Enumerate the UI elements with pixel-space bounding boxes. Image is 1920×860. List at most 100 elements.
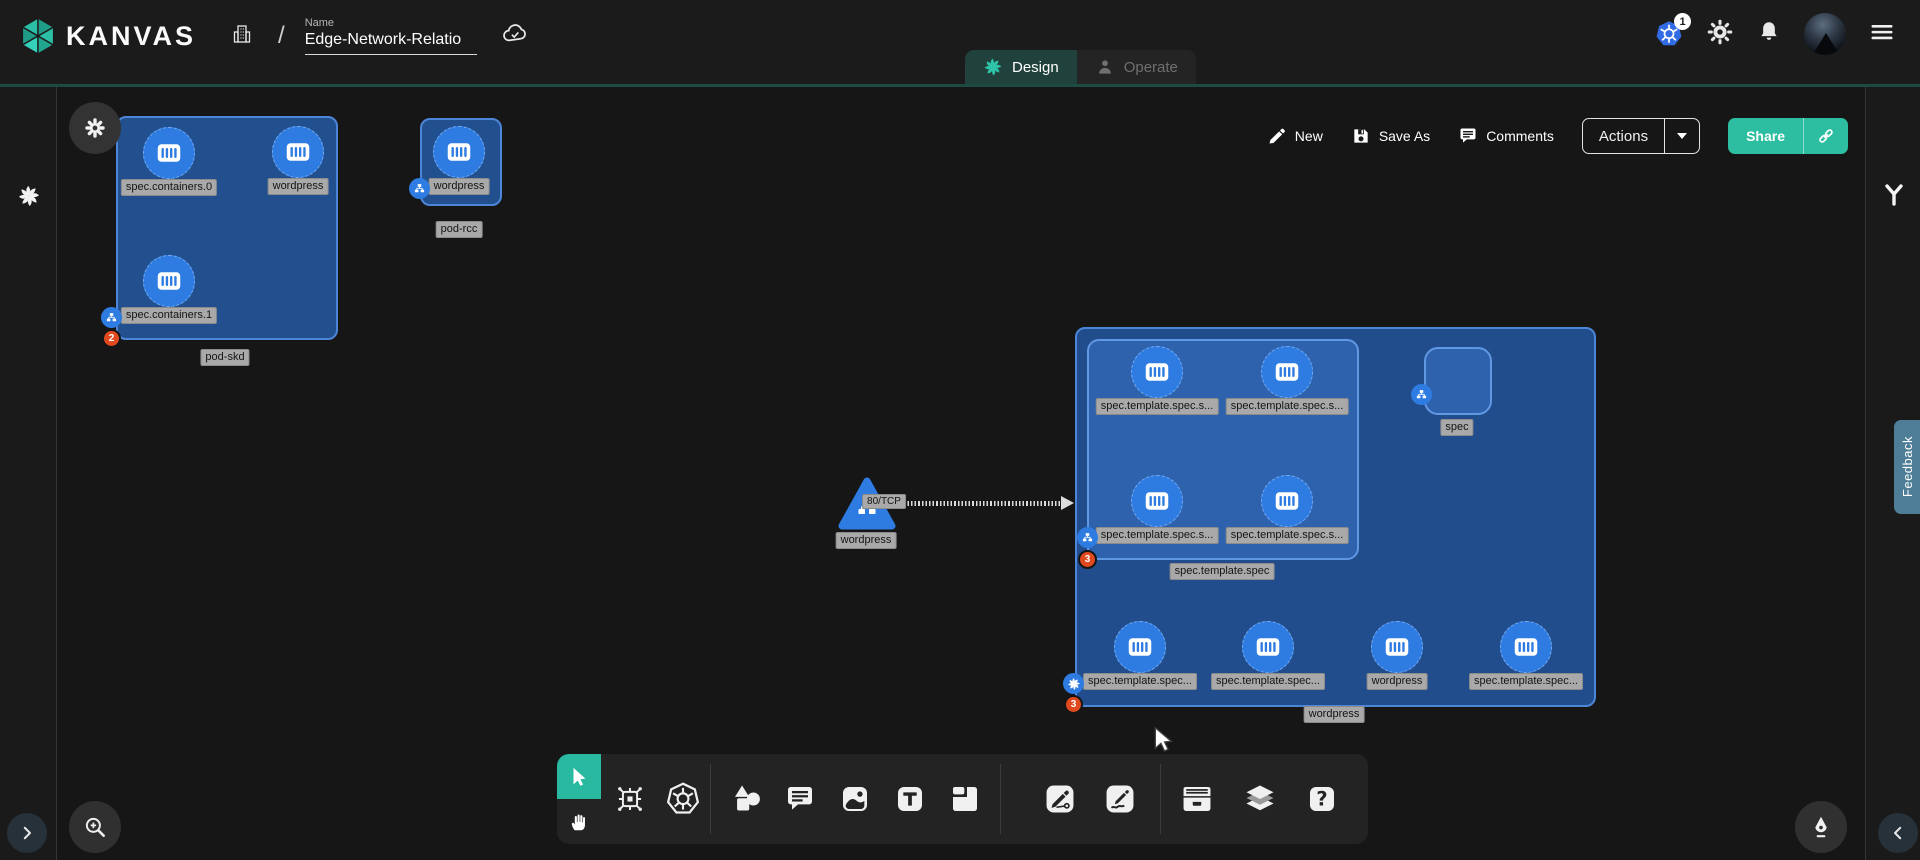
container-icon [1272,486,1302,516]
settings-gear-icon[interactable] [1706,18,1734,51]
hamburger-menu-icon[interactable] [1868,18,1896,51]
tool-note[interactable] [947,781,983,817]
tool-kubernetes[interactable] [665,781,701,817]
history-spiral-icon[interactable] [17,184,41,213]
operate-tab-icon [1095,57,1115,77]
node-label[interactable]: wordpress [836,532,897,549]
node-spec[interactable] [1424,347,1492,415]
container-node[interactable] [1131,346,1183,398]
swirl-icon [1067,677,1081,691]
node-label[interactable]: spec.template.spec... [1083,673,1197,690]
group-label[interactable]: pod-skd [200,349,249,366]
container-node[interactable] [1114,621,1166,673]
tool-layers[interactable] [1242,781,1278,817]
design-name-field[interactable]: Name Edge-Network-Relatio [305,17,477,55]
issue-count-badge[interactable]: 2 [102,329,121,348]
container-node[interactable] [1500,621,1552,673]
node-label[interactable]: spec [1440,419,1473,436]
share-button[interactable]: Share [1728,118,1848,154]
edge-arrowhead [1061,496,1074,510]
actions-dropdown-caret[interactable] [1664,119,1699,153]
spec-relationship-badge[interactable] [1411,384,1432,405]
node-label[interactable]: spec.template.spec... [1469,673,1583,690]
tool-shapes[interactable] [729,781,765,817]
container-node[interactable] [272,126,324,178]
text-icon [894,783,926,815]
tool-comment[interactable] [782,781,818,817]
image-icon [839,783,871,815]
new-button[interactable]: New [1267,126,1323,146]
node-label[interactable]: wordpress [268,178,329,195]
node-label[interactable]: wordpress [1367,673,1428,690]
tool-help[interactable]: ? [1304,781,1340,817]
node-label[interactable]: spec.containers.0 [121,179,217,196]
container-node[interactable] [1131,475,1183,527]
network-tree-icon [1081,531,1094,544]
zoom-in-button[interactable] [69,801,121,853]
node-label[interactable]: spec.template.spec.s... [1226,398,1349,415]
group-label[interactable]: pod-rcc [436,221,483,238]
container-node[interactable] [1261,346,1313,398]
node-label[interactable]: spec.template.spec.s... [1096,398,1219,415]
container-node[interactable] [1371,621,1423,673]
container-node[interactable] [143,127,195,179]
comments-button-label: Comments [1486,128,1554,144]
expand-left-panel-button[interactable] [7,813,47,853]
feedback-tab[interactable]: Feedback [1894,420,1920,514]
tool-select[interactable] [557,754,601,799]
kubernetes-count-badge: 1 [1674,13,1691,30]
chip-icon [613,782,647,816]
y-logo-icon[interactable] [1883,183,1905,212]
share-button-label[interactable]: Share [1728,118,1803,154]
group-label[interactable]: spec.template.spec [1170,563,1275,580]
canvas-flower-button[interactable] [69,102,121,154]
comments-button[interactable]: Comments [1458,126,1554,146]
node-label[interactable]: spec.template.spec.s... [1226,527,1349,544]
collapse-right-panel-button[interactable] [1878,813,1918,853]
container-icon [283,137,313,167]
node-label[interactable]: spec.template.spec... [1211,673,1325,690]
tool-freehand[interactable] [1102,781,1138,817]
user-avatar[interactable] [1804,13,1846,55]
container-node[interactable] [143,255,195,307]
group-label[interactable]: wordpress [1304,706,1365,723]
pen-nib-button[interactable] [1795,801,1847,853]
pod-relationship-badge[interactable] [409,178,430,199]
issue-count-badge[interactable]: 3 [1078,550,1097,569]
tool-component[interactable] [612,781,648,817]
tool-image[interactable] [837,781,873,817]
mode-tabs: Design Operate [965,50,1196,84]
tool-text[interactable] [892,781,928,817]
actions-button-label[interactable]: Actions [1583,119,1664,153]
tab-operate[interactable]: Operate [1077,50,1196,84]
tool-pen[interactable] [1042,781,1078,817]
deployment-relationship-badge[interactable] [1063,673,1084,694]
container-icon [444,137,474,167]
node-label[interactable]: spec.containers.1 [121,307,217,324]
service-edge[interactable] [893,501,1063,506]
save-as-button[interactable]: Save As [1351,126,1430,146]
kanvas-logo[interactable]: KANVAS [18,16,196,56]
save-icon [1351,126,1371,146]
pod-relationship-badge[interactable] [101,307,122,328]
organization-icon[interactable] [230,22,254,51]
node-label[interactable]: spec.template.spec.s... [1096,527,1219,544]
issue-count-badge[interactable]: 3 [1064,695,1083,714]
pod-relationship-badge[interactable] [1077,527,1098,548]
actions-button[interactable]: Actions [1582,118,1700,154]
save-as-button-label: Save As [1379,128,1430,144]
notifications-bell-icon[interactable] [1756,19,1782,50]
node-label[interactable]: wordpress [429,178,490,195]
edge-port-label[interactable]: 80/TCP [862,494,906,509]
tab-design[interactable]: Design [965,50,1077,84]
name-field-value[interactable]: Edge-Network-Relatio [305,31,477,55]
toolbar-divider [1000,764,1001,834]
tool-pan[interactable] [557,799,601,844]
copy-link-button[interactable] [1803,118,1848,154]
link-icon [1816,126,1836,146]
container-node[interactable] [1242,621,1294,673]
container-node[interactable] [433,126,485,178]
container-node[interactable] [1261,475,1313,527]
tool-drawer[interactable] [1179,781,1215,817]
kubernetes-context-button[interactable]: 1 [1654,19,1684,49]
